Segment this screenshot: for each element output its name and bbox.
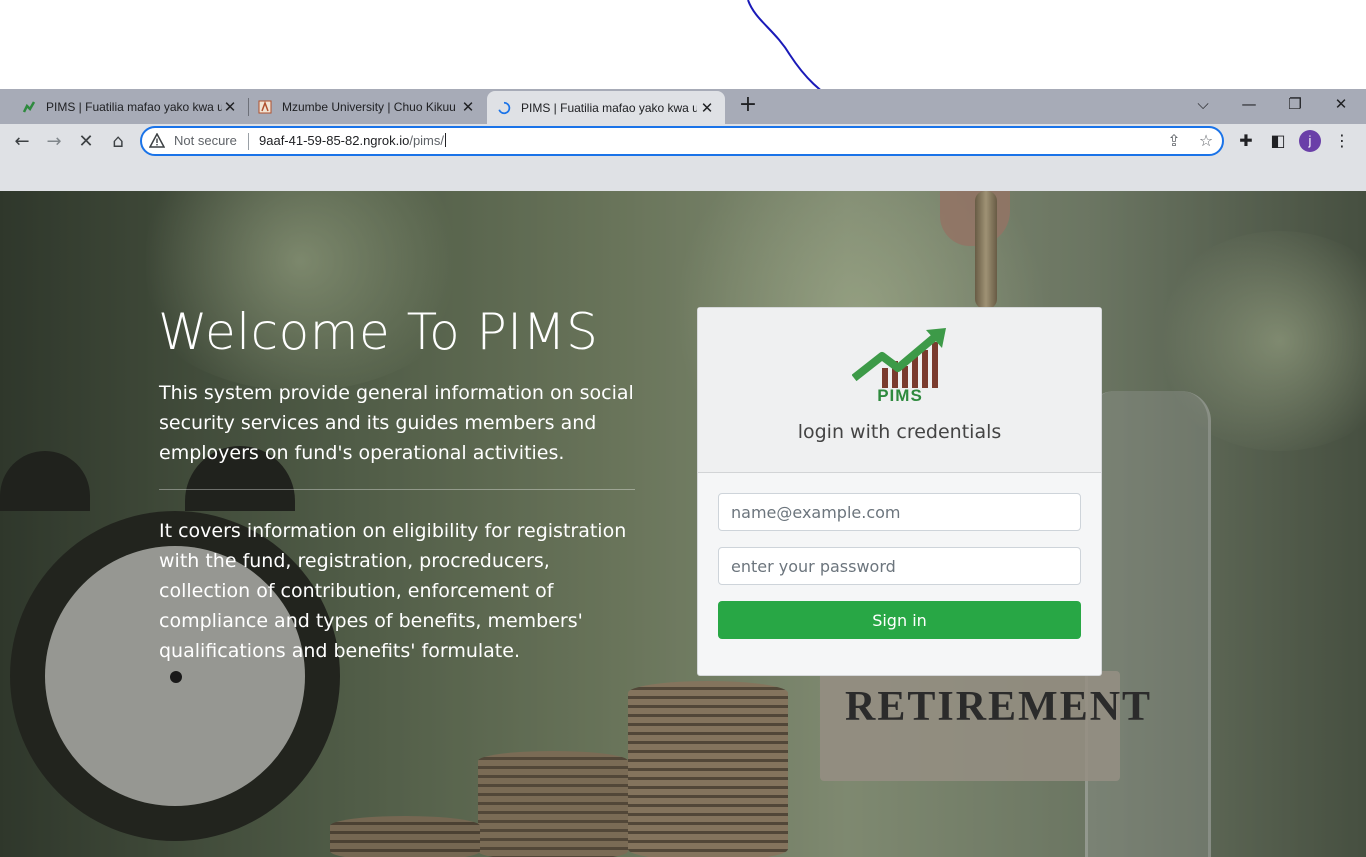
url-host: 9aaf-41-59-85-82.ngrok.io (259, 133, 410, 148)
kebab-menu-icon[interactable]: ⋮ (1331, 130, 1353, 152)
profile-avatar[interactable]: j (1299, 130, 1321, 152)
close-tab-icon[interactable]: ✕ (222, 98, 238, 116)
new-tab-button[interactable]: + (737, 94, 759, 116)
mzumbe-favicon-icon (258, 100, 272, 114)
home-icon[interactable]: ⌂ (105, 129, 131, 155)
tab-mzumbe[interactable]: Mzumbe University | Chuo Kikuu Mzumbe ✕ (248, 91, 486, 122)
bookmark-star-icon[interactable]: ☆ (1196, 131, 1216, 151)
close-window-icon[interactable]: ✕ (1326, 92, 1356, 116)
url-path: /pims/ (409, 133, 444, 148)
loading-spinner-icon (497, 101, 511, 115)
bookmarks-bar (0, 158, 1366, 191)
url-text[interactable]: 9aaf-41-59-85-82.ngrok.io/pims/ (259, 133, 446, 148)
restore-icon[interactable]: ❐ (1280, 92, 1310, 116)
password-field[interactable] (718, 547, 1081, 585)
email-field[interactable] (718, 493, 1081, 531)
close-tab-icon[interactable]: ✕ (699, 99, 715, 117)
minimize-icon[interactable]: — (1234, 92, 1264, 116)
text-caret (445, 133, 446, 147)
security-status-label[interactable]: Not secure (174, 133, 237, 148)
share-icon[interactable]: ⇪ (1164, 131, 1184, 151)
pims-logo-text: PIMS (877, 386, 923, 405)
content-divider (159, 489, 635, 490)
address-separator (248, 133, 249, 150)
tab-pims-1[interactable]: PIMS | Fuatilia mafao yako kwa urahisi ✕ (12, 91, 248, 122)
back-arrow-icon[interactable]: ← (9, 129, 35, 155)
tab-title: PIMS | Fuatilia mafao yako kwa urahisi (521, 100, 697, 115)
close-tab-icon[interactable]: ✕ (460, 98, 476, 116)
intro-paragraph: This system provide general information … (159, 382, 634, 464)
forward-arrow-icon[interactable]: → (41, 129, 67, 155)
warning-triangle-icon[interactable] (149, 133, 165, 149)
tab-title: Mzumbe University | Chuo Kikuu Mzumbe (282, 99, 458, 114)
screen-top-area (0, 0, 1366, 89)
stop-loading-icon[interactable]: ✕ (73, 129, 99, 155)
sign-in-button[interactable]: Sign in (718, 601, 1081, 639)
pims-favicon-icon (22, 100, 36, 114)
page-title: Welcome To PIMS (158, 303, 599, 361)
login-subtitle: login with credentials (797, 421, 1002, 443)
tab-search-chevron-icon[interactable]: ⌵ (1188, 92, 1218, 116)
tab-title: PIMS | Fuatilia mafao yako kwa urahisi (46, 99, 222, 114)
coverage-paragraph: It covers information on eligibility for… (159, 520, 627, 662)
side-panel-icon[interactable]: ◧ (1267, 130, 1289, 152)
tab-pims-active[interactable]: PIMS | Fuatilia mafao yako kwa urahisi ✕ (487, 91, 725, 124)
extensions-puzzle-icon[interactable]: ✚ (1235, 130, 1257, 152)
